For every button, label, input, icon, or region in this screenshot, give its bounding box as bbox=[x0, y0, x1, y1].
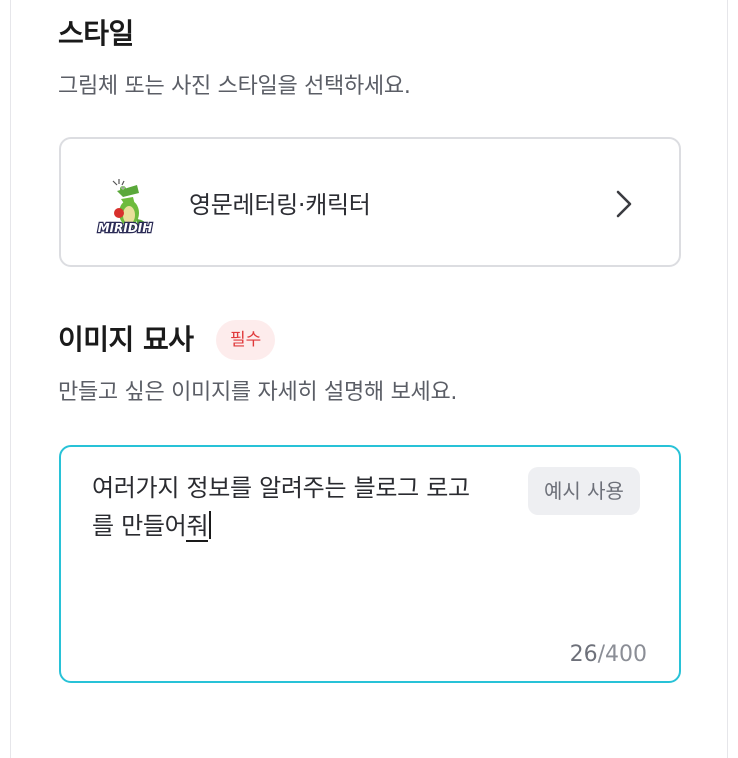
miridih-wordmark: MIRIDIH bbox=[98, 221, 153, 235]
textarea-committed-text: 여러가지 정보를 알려주는 블로그 로고 를 만들어 bbox=[92, 474, 470, 540]
textarea-composing-text: 줘 bbox=[186, 512, 209, 542]
description-section-description: 만들고 싶은 이미지를 자세히 설명해 보세요. bbox=[58, 380, 458, 405]
char-count-current: 26 bbox=[569, 642, 598, 667]
char-count-max: 400 bbox=[605, 642, 647, 667]
style-section-title: 스타일 bbox=[58, 17, 134, 50]
chevron-right-icon bbox=[616, 190, 632, 218]
style-section-description: 그림체 또는 사진 스타일을 선택하세요. bbox=[58, 74, 411, 99]
required-badge: 필수 bbox=[216, 320, 276, 360]
character-counter: 26/400 bbox=[570, 642, 647, 667]
miridih-logo-text: MIRIDIH bbox=[97, 220, 154, 236]
style-selector-card[interactable]: MIRIDIH 영문레터링·캐릭터 bbox=[59, 137, 681, 267]
image-description-textarea[interactable]: 여러가지 정보를 알려주는 블로그 로고 를 만들어줘 예시 사용 26/400 bbox=[59, 445, 681, 683]
textarea-value[interactable]: 여러가지 정보를 알려주는 블로그 로고 를 만들어줘 bbox=[92, 469, 512, 545]
text-caret bbox=[209, 511, 212, 539]
char-count-separator: / bbox=[597, 642, 605, 667]
selected-style-name: 영문레터링·캐릭터 bbox=[189, 191, 371, 219]
use-example-button[interactable]: 예시 사용 bbox=[528, 467, 640, 515]
description-section-title: 이미지 묘사 bbox=[58, 323, 194, 356]
